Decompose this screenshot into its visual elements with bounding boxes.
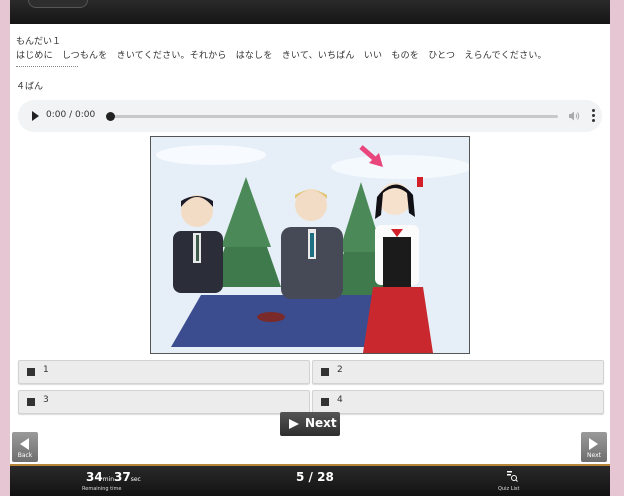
next-side-button-label: Next [587,452,601,459]
top-bar [10,0,610,24]
next-side-button[interactable]: Next [581,432,607,462]
question-illustration [150,136,470,354]
answer-option-2[interactable]: 2 [312,360,604,384]
question-instruction: はじめに しつもんを きいてください。それから はなしを きいて、いちばん いい… [16,51,547,61]
question-panel: もんだい１ はじめに しつもんを きいてください。それから はなしを きいて、い… [10,24,610,464]
answer-option-3[interactable]: 3 [18,390,310,414]
illustration-scene [151,137,469,353]
divider [16,66,78,67]
play-arrow-icon [289,419,299,429]
timer-minutes: 34 [86,470,103,484]
back-button-label: Back [17,452,33,459]
next-button-label: Next [305,416,337,430]
option-label: 2 [337,365,343,375]
option-marker-icon [321,368,329,376]
option-label: 1 [43,365,49,375]
more-options-icon[interactable] [592,109,596,123]
option-label: 3 [43,395,49,405]
remaining-time: 34min37sec [86,470,141,484]
quiz-list-label[interactable]: Quiz List [498,486,519,492]
timer-min-unit: min [102,476,115,483]
option-marker-icon [27,398,35,406]
left-arrow-icon [20,438,29,450]
option-marker-icon [321,398,329,406]
quiz-list-icon[interactable] [506,470,518,482]
audio-progress-knob[interactable] [106,112,115,121]
bottom-bar-accent [10,464,610,466]
answer-option-1[interactable]: 1 [18,360,310,384]
question-title: もんだい１ [16,37,62,47]
back-button[interactable]: Back [12,432,38,462]
app-frame: もんだい１ はじめに しつもんを きいてください。それから はなしを きいて、い… [10,0,610,496]
question-number: ４ばん [16,82,44,92]
play-icon[interactable] [32,111,39,121]
answer-option-4[interactable]: 4 [312,390,604,414]
timer-seconds: 37 [114,470,131,484]
option-label: 4 [337,395,343,405]
top-tab[interactable] [28,0,88,8]
audio-progress-track[interactable] [110,115,558,118]
right-arrow-icon [589,438,598,450]
audio-player: 0:00 / 0:00 [18,100,602,132]
bottom-bar: 34min37sec Remaining time 5 / 28 Quiz Li… [10,464,610,496]
volume-icon[interactable] [568,110,580,122]
question-progress: 5 / 28 [296,470,334,484]
next-button[interactable]: Next [280,412,340,436]
audio-time: 0:00 / 0:00 [46,110,96,120]
timer-sec-unit: sec [130,476,141,483]
remaining-time-caption: Remaining time [82,486,122,492]
option-marker-icon [27,368,35,376]
